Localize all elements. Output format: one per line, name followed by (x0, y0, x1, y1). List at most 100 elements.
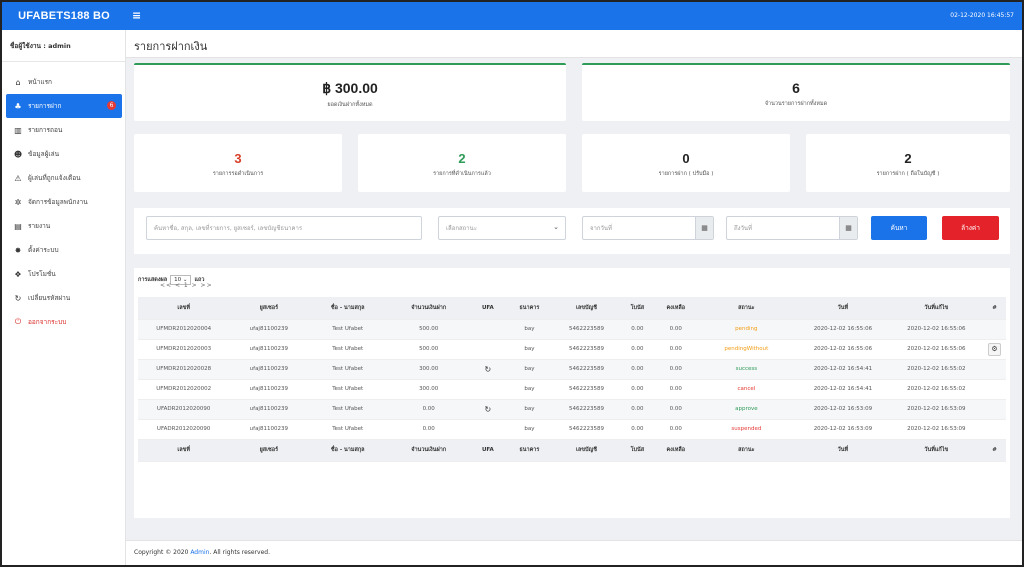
table-row[interactable]: UFMDR2012020002 ufaj81100239 Test Ufabet… (138, 379, 1006, 400)
status-select-value: เลือกสถานะ (446, 225, 477, 232)
cell-name: Test Ufabet (308, 379, 388, 400)
stat-card-held: 2 รายการฝาก ( ถือในบัญชี ) (806, 134, 1010, 192)
users-icon: ☻ (13, 149, 23, 159)
stat-held-value: 2 (904, 151, 912, 166)
refresh-icon[interactable]: ↻ (485, 365, 492, 374)
column-footer: โบนัส (619, 439, 655, 462)
stat-pending-value: 3 (234, 151, 242, 166)
cell-date: 2020-12-02 16:53:09 (796, 419, 890, 440)
total-count-card: 6 จำนวนรายการฝากทั้งหมด (582, 63, 1010, 121)
gear-icon[interactable]: ⚙ (988, 342, 1002, 356)
table-row[interactable]: UFMDR2012020003 ufaj81100239 Test Ufabet… (138, 339, 1006, 360)
cell-edited: 2020-12-02 16:53:09 (889, 419, 984, 440)
column-header[interactable]: สถานะ (696, 297, 797, 320)
column-header[interactable]: จำนวนเงินฝาก (387, 297, 471, 320)
cell-action: ⚙ (983, 339, 1006, 360)
refresh-icon[interactable]: ↻ (485, 405, 492, 414)
filter-bar: ค้นหาชื่อ, สกุล, เลขที่รายการ, ยูสเซอร์,… (134, 208, 1010, 254)
column-footer: วันที่ (796, 439, 890, 462)
chevron-down-icon: ⌄ (553, 223, 559, 231)
search-input[interactable]: ค้นหาชื่อ, สกุล, เลขที่รายการ, ยูสเซอร์,… (146, 216, 422, 240)
cell-amount: 0.00 (387, 419, 471, 440)
cell-no: UFMDR2012020002 (138, 379, 230, 400)
cell-no: UFMDR2012020004 (138, 319, 230, 340)
cell-amount: 500.00 (387, 339, 471, 360)
cell-account: 5462223589 (553, 339, 620, 360)
user-alert-icon: ⚠ (14, 173, 22, 183)
search-placeholder: ค้นหาชื่อ, สกุล, เลขที่รายการ, ยูสเซอร์,… (154, 225, 303, 232)
column-header[interactable]: UFA (470, 297, 506, 320)
cell-bonus: 0.00 (619, 339, 655, 360)
cell-amount: 300.00 (387, 359, 471, 380)
sidebar-item-reports[interactable]: ▤ รายงาน (6, 214, 122, 238)
search-button[interactable]: ค้นหา (871, 216, 927, 240)
from-date-input[interactable]: จากวันที่ ▦ (582, 216, 714, 240)
sidebar-item-logout[interactable]: ⏻ ออกจากระบบ (6, 310, 122, 334)
column-header[interactable]: คงเหลือ (655, 297, 697, 320)
gear-icon: ✸ (14, 245, 22, 255)
sidebar-item-label: โปรโมชั่น (28, 270, 56, 278)
column-header[interactable]: ยูสเซอร์ (229, 297, 309, 320)
status-select[interactable]: เลือกสถานะ ⌄ (438, 216, 566, 240)
cell-user: ufaj81100239 (229, 419, 309, 440)
sidebar-item-promotions[interactable]: ❖ โปรโมชั่น (6, 262, 122, 286)
sidebar-item-label: ตั้งค่าระบบ (28, 246, 59, 254)
deposits-table-card: การแสดงผล 10 ⌄ แถว เลขที่ ยูสเซอร์ ชื่อ … (134, 268, 1010, 518)
sidebar-item-flagged-players[interactable]: ⚠ ผู้เล่นที่ถูกแจ้งเตือน (6, 166, 122, 190)
cell-bonus: 0.00 (619, 419, 655, 440)
cell-ufa (470, 339, 506, 360)
table-row[interactable]: UFADR2012020090 ufaj81100239 Test Ufabet… (138, 419, 1006, 440)
cell-balance: 0.00 (655, 419, 697, 440)
cell-date: 2020-12-02 16:54:41 (796, 379, 890, 400)
sidebar-item-deposits[interactable]: ♣ รายการฝาก 6 (6, 94, 122, 118)
pagination[interactable]: << < 1 > >> (160, 282, 213, 289)
sidebar-item-label: ออกจากระบบ (28, 318, 67, 326)
table-row[interactable]: UFMDR2012020028 ufaj81100239 Test Ufabet… (138, 359, 1006, 380)
stat-manual-label: รายการฝาก ( ปรับมือ ) (658, 171, 714, 177)
column-header[interactable]: โบนัส (619, 297, 655, 320)
calendar-icon[interactable]: ▦ (839, 217, 857, 239)
stat-held-label: รายการฝาก ( ถือในบัญชี ) (876, 171, 940, 177)
brand-logo[interactable]: UFABETS188 BO (2, 2, 126, 30)
sidebar-item-label: รายการฝาก (28, 102, 62, 110)
column-footer: ยูสเซอร์ (229, 439, 309, 462)
table-row[interactable]: UFADR2012020090 ufaj81100239 Test Ufabet… (138, 399, 1006, 420)
staff-icon: ✲ (14, 197, 22, 207)
sidebar-item-change-password[interactable]: ↻ เปลี่ยนรหัสผ่าน (6, 286, 122, 310)
column-header[interactable]: # (983, 297, 1006, 320)
cell-account: 5462223589 (553, 319, 620, 340)
table-row[interactable]: UFMDR2012020004 ufaj81100239 Test Ufabet… (138, 319, 1006, 340)
clear-button[interactable]: ล้างค่า (942, 216, 999, 240)
column-header[interactable]: เลขที่ (138, 297, 230, 320)
sidebar-item-withdrawals[interactable]: ▥ รายการถอน (6, 118, 122, 142)
cell-bonus: 0.00 (619, 379, 655, 400)
table-header-row: เลขที่ ยูสเซอร์ ชื่อ - นามสกุล จำนวนเงิน… (138, 297, 1006, 320)
cell-action (983, 379, 1006, 400)
sidebar-item-settings[interactable]: ✸ ตั้งค่าระบบ (6, 238, 122, 262)
page-header: รายการฝากเงิน (126, 30, 1022, 58)
cell-ufa: ↻ (470, 359, 506, 380)
cell-ufa (470, 419, 506, 440)
power-icon: ⏻ (14, 317, 22, 326)
cell-account: 5462223589 (553, 399, 620, 420)
column-header[interactable]: ชื่อ - นามสกุล (308, 297, 388, 320)
to-date-input[interactable]: ถึงวันที่ ▦ (726, 216, 858, 240)
sidebar-item-staff[interactable]: ✲ จัดการข้อมูลพนักงาน (6, 190, 122, 214)
column-header[interactable]: ธนาคาร (505, 297, 554, 320)
menu-toggle-icon[interactable]: ≡ (132, 9, 141, 22)
total-deposit-amount: ฿ 300.00 (322, 80, 378, 96)
cell-action (983, 359, 1006, 380)
calendar-icon[interactable]: ▦ (695, 217, 713, 239)
column-header[interactable]: วันที่แก้ไข (889, 297, 984, 320)
chart-icon: ▤ (14, 221, 22, 231)
column-header[interactable]: เลขบัญชี (553, 297, 620, 320)
page-title: รายการฝากเงิน (134, 40, 208, 53)
sidebar-item-players[interactable]: ☻ ข้อมูลผู้เล่น (6, 142, 122, 166)
main-content: รายการฝากเงิน ฿ 300.00 ยอดเงินฝากทั้งหมด… (126, 30, 1022, 565)
deposit-count-badge: 6 (107, 101, 116, 110)
current-user: ชื่อผู้ใช้งาน : admin (2, 30, 125, 62)
sidebar-item-home[interactable]: ⌂ หน้าแรก (6, 70, 122, 94)
footer-admin-link[interactable]: Admin (190, 549, 209, 556)
cell-name: Test Ufabet (308, 319, 388, 340)
column-header[interactable]: วันที่ (796, 297, 890, 320)
